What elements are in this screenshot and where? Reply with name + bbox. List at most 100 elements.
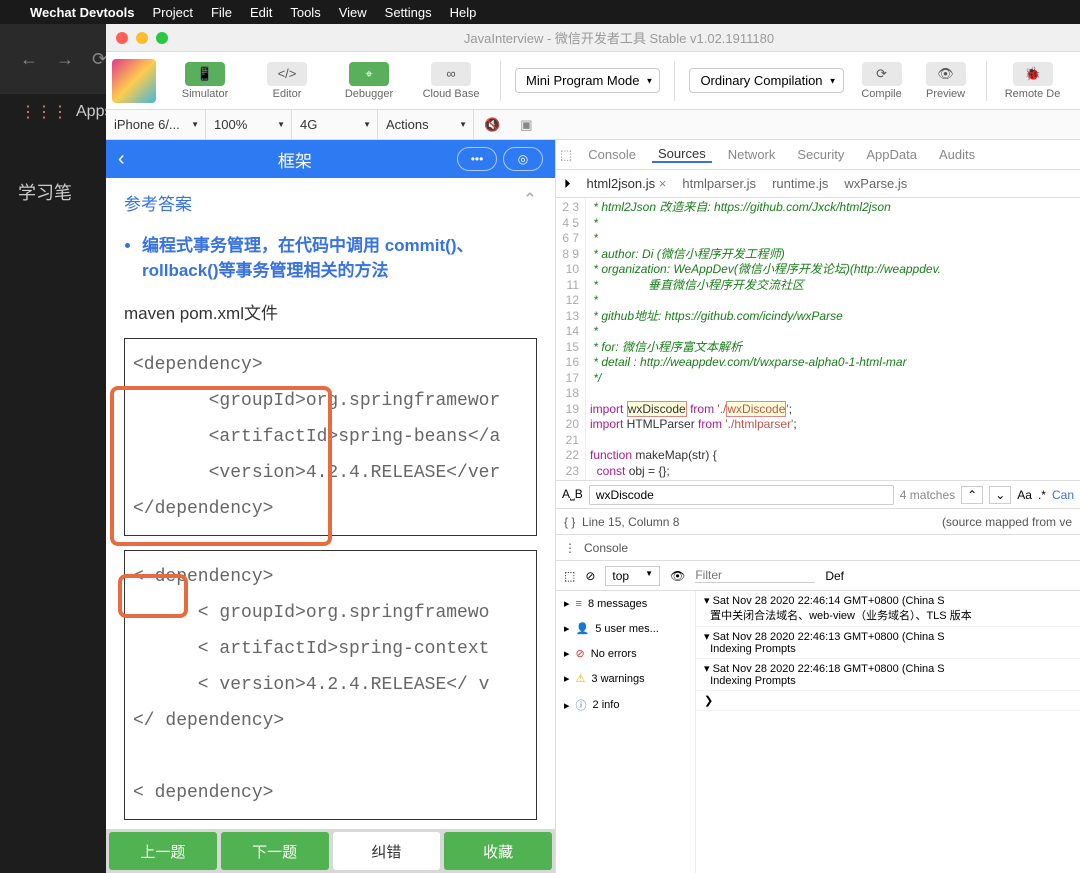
devtools-pane: ⬚ Console Sources Network Security AppDa… (556, 140, 1080, 873)
editor-button[interactable]: </>Editor (248, 55, 326, 107)
console-sidebar-icon[interactable]: ⬚ (564, 569, 575, 583)
remote-debug-button[interactable]: 🐞Remote De (997, 55, 1069, 107)
main-window: JavaInterview - 微信开发者工具 Stable v1.02.191… (106, 24, 1080, 873)
macos-menubar: Wechat Devtools Project File Edit Tools … (0, 0, 1080, 24)
search-prev-icon[interactable]: ⌃ (961, 486, 983, 504)
console-message[interactable]: ▾ Sat Nov 28 2020 22:46:13 GMT+0800 (Chi… (696, 627, 1080, 659)
menu-file[interactable]: File (211, 5, 232, 20)
zoom-window-icon[interactable] (156, 32, 168, 44)
tab-audits[interactable]: Audits (933, 147, 981, 162)
sim-answer-bullet: 编程式事务管理，在代码中调用 commit()、rollback()等事务管理相… (142, 231, 537, 281)
source-mapped: (source mapped from ve (942, 515, 1072, 529)
apps-icon[interactable]: ⋮⋮⋮ (20, 102, 68, 122)
console-side-item[interactable]: ▸ⓘ2 info (556, 691, 695, 719)
context-dropdown[interactable]: top▼ (605, 566, 660, 586)
report-button[interactable]: 纠错 (333, 832, 441, 870)
console-filter-input[interactable] (695, 568, 815, 583)
zoom-dropdown[interactable]: 100% (206, 110, 292, 139)
next-button[interactable]: 下一题 (221, 832, 329, 870)
devtools-tabs: ⬚ Console Sources Network Security AppDa… (556, 140, 1080, 170)
file-nav-icon[interactable]: ⏵ (564, 176, 571, 192)
line-gutter: 2 3 4 5 6 7 8 9 10 11 12 13 14 15 16 17 … (556, 198, 586, 480)
default-levels[interactable]: Def (825, 569, 844, 583)
simulator-pane: ‹ 框架 ••• ◎ 参考答案 ⌃ 编程式事务管理，在代码中调用 commit(… (106, 140, 556, 873)
actions-dropdown[interactable]: Actions (378, 110, 474, 139)
menu-view[interactable]: View (339, 5, 367, 20)
tab-sources[interactable]: Sources (652, 146, 712, 163)
preview-button[interactable]: 👁Preview (916, 55, 976, 107)
match-case-icon[interactable]: Aa (1017, 488, 1032, 502)
clear-console-icon[interactable]: ⊘ (585, 569, 595, 583)
main-toolbar: 📱Simulator </>Editor ⌖Debugger ∞Cloud Ba… (106, 52, 1080, 110)
collapse-icon[interactable]: ⌃ (523, 190, 537, 215)
regex-toggle-icon[interactable]: .* (1038, 488, 1046, 502)
file-tab-runtime[interactable]: runtime.js (772, 176, 828, 191)
device-dropdown[interactable]: iPhone 6/... (106, 110, 206, 139)
menu-app[interactable]: Wechat Devtools (30, 5, 135, 20)
console-side-item[interactable]: ▸⊘No errors (556, 641, 695, 666)
sim-close-icon[interactable]: ◎ (503, 147, 543, 171)
back-icon[interactable]: ← (20, 49, 38, 70)
rotate-icon[interactable]: ▣ (510, 117, 542, 133)
close-window-icon[interactable] (116, 32, 128, 44)
tab-network[interactable]: Network (722, 147, 782, 162)
compile-button[interactable]: ⟳Compile (852, 55, 912, 107)
minimize-window-icon[interactable] (136, 32, 148, 44)
highlight-box-2 (118, 574, 188, 618)
sim-back-icon[interactable]: ‹ (118, 148, 125, 171)
compilation-dropdown[interactable]: Ordinary Compilation (689, 68, 843, 93)
debugger-button[interactable]: ⌖Debugger (330, 55, 408, 107)
background-window: ← → ⟳ ⋮⋮⋮ Apps 学习笔 (0, 24, 110, 873)
console-side-item[interactable]: ▸≡8 messages (556, 591, 695, 616)
regex-icon[interactable]: A⎵B (562, 487, 583, 502)
tab-security[interactable]: Security (791, 147, 850, 162)
sim-footer: 上一题 下一题 纠错 收藏 (106, 829, 555, 873)
inspect-icon[interactable]: ⬚ (560, 147, 572, 163)
simulator-toolbar: iPhone 6/... 100% 4G Actions 🔇 ▣ (106, 110, 1080, 140)
menu-project[interactable]: Project (153, 5, 193, 20)
console-prompt[interactable]: ❯ (696, 691, 1080, 711)
console-side-item[interactable]: ▸👤5 user mes... (556, 616, 695, 641)
menu-edit[interactable]: Edit (250, 5, 272, 20)
prev-button[interactable]: 上一题 (109, 832, 217, 870)
mode-dropdown[interactable]: Mini Program Mode (515, 68, 660, 93)
window-title: JavaInterview - 微信开发者工具 Stable v1.02.191… (168, 28, 1070, 47)
menu-settings[interactable]: Settings (385, 5, 432, 20)
project-logo-icon[interactable] (112, 59, 156, 103)
reload-icon[interactable]: ⟳ (92, 49, 107, 70)
sim-content[interactable]: 参考答案 ⌃ 编程式事务管理，在代码中调用 commit()、rollback(… (106, 178, 555, 829)
menu-tools[interactable]: Tools (290, 5, 320, 20)
favorite-button[interactable]: 收藏 (444, 832, 552, 870)
cloud-button[interactable]: ∞Cloud Base (412, 55, 490, 107)
code-editor[interactable]: 2 3 4 5 6 7 8 9 10 11 12 13 14 15 16 17 … (556, 198, 1080, 480)
search-cancel-button[interactable]: Can (1052, 488, 1074, 502)
console-messages[interactable]: ▾ Sat Nov 28 2020 22:46:14 GMT+0800 (Chi… (696, 591, 1080, 873)
file-tab-htmlparser[interactable]: htmlparser.js (682, 176, 756, 191)
tab-console[interactable]: Console (582, 147, 642, 162)
console-drawer-label[interactable]: Console (584, 541, 628, 555)
network-dropdown[interactable]: 4G (292, 110, 378, 139)
sim-menu-icon[interactable]: ••• (457, 147, 497, 171)
console-message[interactable]: ▾ Sat Nov 28 2020 22:46:14 GMT+0800 (Chi… (696, 591, 1080, 627)
menu-help[interactable]: Help (450, 5, 477, 20)
code-content[interactable]: * html2Json 改造来自: https://github.com/Jxc… (586, 198, 1080, 480)
search-input[interactable] (589, 485, 894, 505)
console-drawer-icon[interactable]: ⋮ (564, 541, 576, 555)
live-icon[interactable]: 👁 (670, 569, 685, 583)
console-message[interactable]: ▾ Sat Nov 28 2020 22:46:18 GMT+0800 (Chi… (696, 659, 1080, 691)
tab-appdata[interactable]: AppData (860, 147, 923, 162)
file-tabs: ⏵ html2json.js htmlparser.js runtime.js … (556, 170, 1080, 198)
editor-status-bar: { } Line 15, Column 8 (source mapped fro… (556, 508, 1080, 534)
forward-icon[interactable]: → (56, 49, 74, 70)
sim-subtitle: maven pom.xml文件 (124, 299, 537, 324)
search-matches: 4 matches (900, 488, 955, 502)
mute-icon[interactable]: 🔇 (474, 117, 510, 133)
console-side-item[interactable]: ▸⚠3 warnings (556, 666, 695, 691)
search-next-icon[interactable]: ⌄ (989, 486, 1011, 504)
simulator-button[interactable]: 📱Simulator (166, 55, 244, 107)
sim-page-title: 框架 (133, 147, 457, 172)
highlight-box-1 (110, 386, 332, 546)
file-tab-wxparse[interactable]: wxParse.js (844, 176, 907, 191)
console-body: ▸≡8 messages▸👤5 user mes...▸⊘No errors▸⚠… (556, 590, 1080, 873)
file-tab-html2json[interactable]: html2json.js (587, 176, 667, 191)
